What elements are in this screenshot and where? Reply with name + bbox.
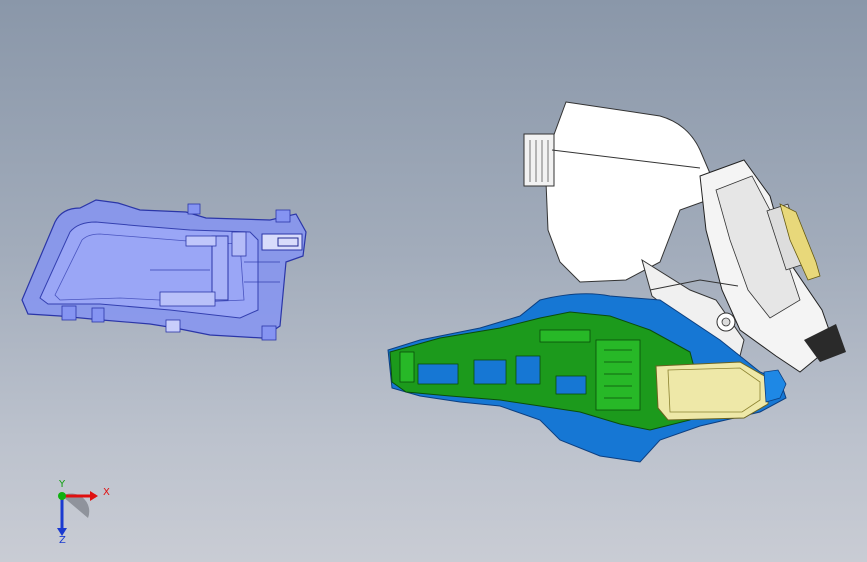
orientation-triad: X Y Z	[40, 478, 120, 548]
model-canvas[interactable]	[0, 0, 867, 562]
triad-z-label: Z	[59, 535, 66, 546]
triad-y-label: Y	[59, 479, 66, 490]
handle-bezel-part[interactable]	[21, 199, 307, 341]
triad-x-label: X	[103, 487, 110, 498]
cad-viewport[interactable]: X Y Z	[0, 0, 867, 562]
